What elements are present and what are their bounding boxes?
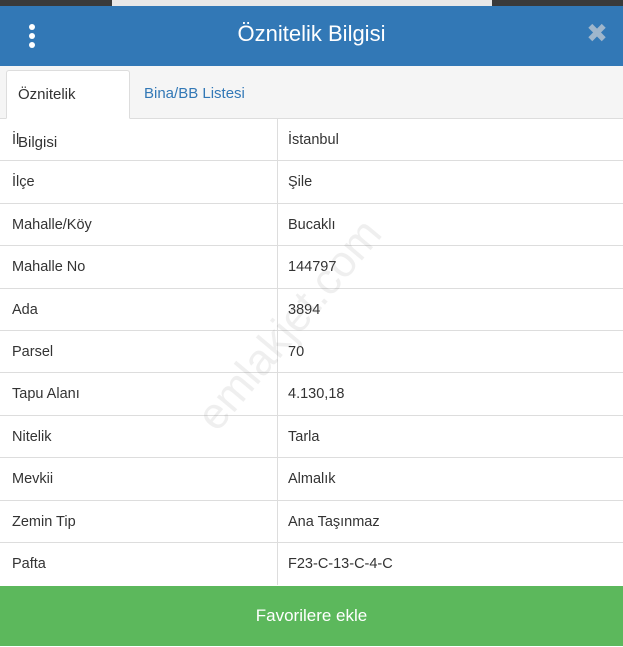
row-key: Pafta xyxy=(12,555,46,572)
table-row: İlçe Şile xyxy=(0,161,623,204)
tab-attribute-info[interactable]: Öznitelik Bilgisi xyxy=(6,70,130,151)
tab-building-list[interactable]: Bina/BB Listesi xyxy=(133,70,256,118)
row-key: Nitelik xyxy=(12,428,52,445)
row-key: Mevkii xyxy=(12,471,54,488)
panel-header: Öznitelik Bilgisi ✖ xyxy=(0,6,623,66)
row-value: Bucaklı xyxy=(288,216,336,233)
table-row: Mahalle/Köy Bucaklı xyxy=(0,203,623,247)
table-row: İl İstanbul xyxy=(0,119,623,162)
add-favorites-button[interactable]: Favorilere ekle xyxy=(0,586,623,646)
attribute-table: İl İstanbul İlçe Şile Mahalle/Köy Bucaklı M… xyxy=(0,119,623,586)
table-row: Ada 3894 xyxy=(0,288,623,331)
row-key: Zemin Tip xyxy=(12,513,76,530)
row-key: İlçe xyxy=(12,174,35,191)
attribute-info-panel: Öznitelik Bilgisi ✖ Öznitelik Bilgisi Bi… xyxy=(0,0,623,647)
row-key: Ada xyxy=(12,301,38,318)
table-row: Mevkii Almalık xyxy=(0,458,623,501)
row-value: Tarla xyxy=(288,428,320,445)
table-row: Pafta F23-C-13-C-4-C xyxy=(0,542,623,586)
close-icon[interactable]: ✖ xyxy=(583,20,611,48)
row-value: 4.130,18 xyxy=(288,386,345,403)
table-row: Tapu Alanı 4.130,18 xyxy=(0,373,623,416)
row-key: Parsel xyxy=(12,343,54,360)
table-row: Zemin Tip Ana Taşınmaz xyxy=(0,500,623,543)
row-value: 3894 xyxy=(288,301,321,318)
row-key: Mahalle No xyxy=(12,259,86,276)
row-value: İstanbul xyxy=(288,132,339,148)
panel-title: Öznitelik Bilgisi xyxy=(237,21,386,46)
table-row: Nitelik Tarla xyxy=(0,415,623,459)
row-value: F23-C-13-C-4-C xyxy=(288,555,393,572)
row-value: 144797 xyxy=(288,259,337,276)
table-row: Mahalle No 144797 xyxy=(0,246,623,289)
row-key: İl xyxy=(12,132,20,148)
tab-bar: Öznitelik Bilgisi Bina/BB Listesi xyxy=(0,66,623,151)
row-value: Şile xyxy=(288,174,313,191)
table-row: Parsel 70 xyxy=(0,330,623,374)
row-value: Almalık xyxy=(288,471,336,488)
row-key: Mahalle/Köy xyxy=(12,216,92,233)
row-value: 70 xyxy=(288,343,305,360)
row-key: Tapu Alanı xyxy=(12,386,80,403)
row-value: Ana Taşınmaz xyxy=(288,513,380,530)
